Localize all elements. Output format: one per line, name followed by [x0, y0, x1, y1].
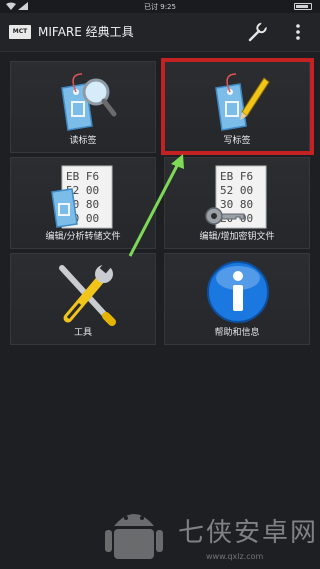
pointer-arrow	[128, 154, 184, 257]
watermark-url: www.qxlz.com	[206, 552, 264, 561]
android-watermark-icon	[105, 514, 163, 559]
watermark-brand: 七侠安卓网	[178, 518, 319, 548]
